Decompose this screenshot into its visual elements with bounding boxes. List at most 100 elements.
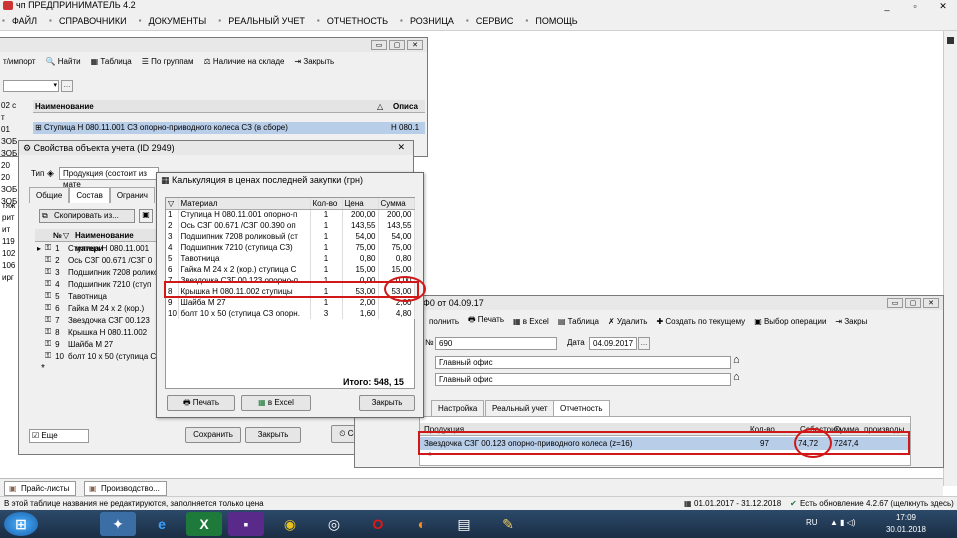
- col-name-header[interactable]: Наименование: [33, 102, 94, 111]
- table-doc-button[interactable]: ▤ Таблица: [558, 317, 599, 326]
- paint-icon[interactable]: ✎: [490, 512, 526, 536]
- house-icon[interactable]: ⌂: [733, 354, 740, 366]
- close-calc-button[interactable]: Закрыть: [359, 395, 415, 411]
- close-doc-tool-button[interactable]: ⇥ Закры: [835, 317, 867, 326]
- import-button[interactable]: т/импорт: [3, 57, 36, 66]
- in-stock-button[interactable]: ⚖ Наличие на складе: [203, 57, 284, 66]
- notes-app-icon[interactable]: ▤: [446, 512, 482, 536]
- create-by-current-button[interactable]: ✚ Создать по текущему: [656, 317, 745, 326]
- table-button[interactable]: ▦ Таблица: [91, 57, 132, 66]
- main-scrollbar[interactable]: [943, 31, 957, 486]
- close-properties-button[interactable]: Закрыть: [245, 427, 301, 443]
- checkbox-icon[interactable]: ☑: [32, 431, 39, 440]
- more-checkbox-container[interactable]: ☑ Еще: [29, 429, 89, 443]
- find-button[interactable]: 🔍 Найти: [46, 57, 81, 66]
- print-button[interactable]: 🖶 Печать: [167, 395, 235, 411]
- extra-tool-button[interactable]: ▣: [139, 209, 153, 223]
- table-row[interactable]: ▸ ⚿ 1 Ступица Н 080.11.001: [35, 242, 160, 254]
- app-taskbar-icon[interactable]: ✦: [100, 512, 136, 536]
- print-doc-button[interactable]: 🖶 Печать: [468, 314, 504, 328]
- col-no-header[interactable]: №: [53, 229, 62, 242]
- filter-icon[interactable]: ▽: [63, 229, 69, 242]
- table-row[interactable]: 2 Ось СЗГ 00.671 /СЗГ 00.390 оп 1 143,55 143…: [166, 220, 415, 231]
- update-link[interactable]: Есть обновление 4.2.67 (щелкнуть здесь): [800, 497, 954, 511]
- copy-from-button[interactable]: ⧉ Скопировать из...: [39, 209, 135, 223]
- menu-retail[interactable]: РОЗНИЦА: [398, 12, 464, 30]
- by-groups-button[interactable]: ☰ По группам: [142, 57, 194, 66]
- tab-general[interactable]: Общие: [29, 187, 70, 203]
- tab-composition[interactable]: Состав: [69, 187, 110, 203]
- filter-dropdown[interactable]: ▾: [3, 80, 59, 92]
- date-picker-button[interactable]: …: [638, 337, 650, 350]
- excel-taskbar-icon[interactable]: X: [186, 512, 222, 536]
- delete-button[interactable]: ✗ Удалить: [608, 317, 647, 326]
- select-operation-button[interactable]: ▣ Выбор операции: [754, 317, 826, 326]
- period-range[interactable]: 01.01.2017 - 31.12.2018: [694, 497, 781, 511]
- tray-icons[interactable]: ▲ ▮ ◁): [830, 518, 856, 527]
- table-row[interactable]: ⚿ 2 Ось СЗГ 00.671 /СЗГ 0: [35, 254, 160, 266]
- catalog-minimize-button[interactable]: ▭: [371, 40, 387, 50]
- expand-icon[interactable]: ⊞: [33, 123, 42, 132]
- fill-button[interactable]: полнить: [429, 317, 459, 326]
- col-qty-header[interactable]: Кол-во: [310, 198, 343, 210]
- col-desc-header[interactable]: Описа: [393, 100, 418, 113]
- minimize-button[interactable]: _: [873, 0, 901, 12]
- tab-reporting[interactable]: Отчетность: [553, 400, 610, 416]
- save-button[interactable]: Сохранить: [185, 427, 241, 443]
- menu-file[interactable]: ФАЙЛ: [0, 12, 47, 30]
- col-price-header[interactable]: Цена: [342, 198, 379, 210]
- firefox-icon[interactable]: ◐: [404, 512, 440, 536]
- menu-real-accounting[interactable]: РЕАЛЬНЫЙ УЧЕТ: [216, 12, 315, 30]
- table-row[interactable]: ⚿ 8 Крышка Н 080.11.002: [35, 326, 160, 338]
- tab-restrictions[interactable]: Огранич: [109, 187, 155, 203]
- catalog-close-tool-button[interactable]: ⇥ Закрыть: [294, 57, 334, 66]
- filter-icon[interactable]: ▽: [166, 198, 179, 210]
- table-row[interactable]: 5 Тавотница 1 0,80 0,80: [166, 253, 415, 264]
- tab-production[interactable]: Производство...: [84, 481, 167, 496]
- menu-references[interactable]: СПРАВОЧНИКИ: [47, 12, 137, 30]
- number-field[interactable]: 690: [435, 337, 557, 350]
- menu-service[interactable]: СЕРВИС: [464, 12, 523, 30]
- col-sum-header[interactable]: Сумма: [378, 198, 415, 210]
- table-row[interactable]: 1 Ступица Н 080.11.001 опорно-п 1 200,00 200…: [166, 209, 415, 220]
- filter-more-button[interactable]: …: [61, 80, 73, 92]
- chrome-icon[interactable]: ◉: [272, 512, 308, 536]
- close-app-button[interactable]: ✕: [929, 0, 957, 12]
- table-row[interactable]: ⚿ 6 Гайка М 24 х 2 (кор.): [35, 302, 160, 314]
- table-row[interactable]: ⊞ Ступица Н 080.11.001 СЗ опорно-приводн…: [33, 122, 425, 134]
- doc-close-button[interactable]: ✕: [923, 298, 939, 308]
- excel-button[interactable]: ▦ в Excel: [241, 395, 311, 411]
- tab-setup[interactable]: Настройка: [431, 400, 485, 416]
- internet-explorer-icon[interactable]: e: [144, 512, 180, 536]
- table-row[interactable]: ⚿ 3 Подшипник 7208 ролико: [35, 266, 160, 278]
- office-field-2[interactable]: Главный офис: [435, 373, 731, 386]
- table-row[interactable]: ⚿ 9 Шайба М 27: [35, 338, 160, 350]
- start-button[interactable]: ⊞: [4, 512, 38, 536]
- save-taskbar-icon[interactable]: ▪: [228, 512, 264, 536]
- excel-doc-button[interactable]: ▦ в Excel: [513, 317, 549, 326]
- tab-price-lists[interactable]: Прайс-листы: [4, 481, 77, 496]
- properties-close-icon[interactable]: ✕: [397, 142, 405, 153]
- house-icon[interactable]: ⌂: [733, 371, 740, 383]
- table-row[interactable]: 4 Подшипник 7210 (ступица СЗ) 1 75,00 75,00: [166, 242, 415, 253]
- opera-icon[interactable]: O: [360, 512, 396, 536]
- menu-reports[interactable]: ОТЧЕТНОСТЬ: [315, 12, 398, 30]
- catalog-close-button[interactable]: ✕: [407, 40, 423, 50]
- table-row[interactable]: 9 Шайба М 27 1 2,00 2,00: [166, 297, 415, 308]
- menu-documents[interactable]: ДОКУМЕНТЫ: [137, 12, 217, 30]
- table-row[interactable]: 10 болт 10 х 50 (ступица СЗ опорн. 3 1,60 4,…: [166, 308, 415, 319]
- table-row[interactable]: 6 Гайка М 24 х 2 (кор.) ступица С 1 15,00 15…: [166, 264, 415, 275]
- eye-app-icon[interactable]: ◎: [316, 512, 352, 536]
- table-row[interactable]: ⚿ 10 болт 10 х 50 (ступица С: [35, 350, 160, 362]
- table-row[interactable]: ⚿ 5 Тавотница: [35, 290, 160, 302]
- date-field[interactable]: 04.09.2017: [589, 337, 637, 350]
- menu-help[interactable]: ПОМОЩЬ: [523, 12, 587, 30]
- type-select[interactable]: Продукция (состоит из мате: [59, 167, 159, 189]
- office-field-1[interactable]: Главный офис: [435, 356, 731, 369]
- language-indicator[interactable]: RU: [806, 518, 818, 527]
- col-material-header[interactable]: Материал: [178, 198, 311, 210]
- table-row[interactable]: ⚿ 7 Звездочка СЗГ 00.123: [35, 314, 160, 326]
- doc-maximize-button[interactable]: ▢: [905, 298, 921, 308]
- tab-real-accounting[interactable]: Реальный учет: [485, 400, 555, 416]
- table-row[interactable]: 3 Подшипник 7208 роликовый (ст 1 54,00 54,00: [166, 231, 415, 242]
